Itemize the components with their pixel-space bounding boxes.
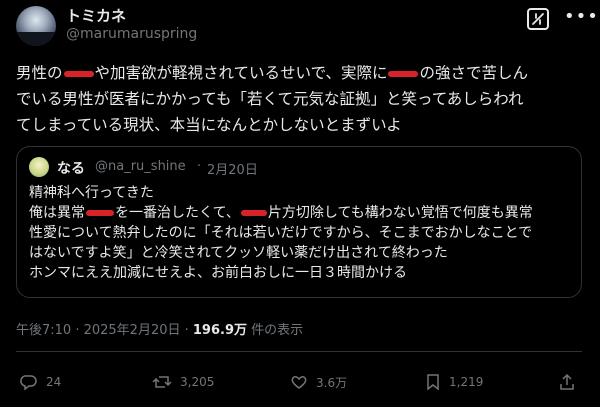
- author-handle[interactable]: @marumaruspring: [66, 26, 197, 42]
- divider: [16, 351, 582, 352]
- author-name[interactable]: トミカネ: [66, 5, 126, 26]
- more-icon[interactable]: •••: [564, 6, 599, 27]
- bookmark-icon: [427, 374, 439, 391]
- bookmark-count: 1,219: [449, 375, 484, 389]
- redaction-mark: [240, 210, 267, 216]
- grok-icon[interactable]: [527, 8, 549, 30]
- redaction-mark: [388, 70, 419, 77]
- author-avatar[interactable]: [16, 6, 56, 46]
- repost-icon: [152, 376, 172, 388]
- quoted-post[interactable]: なる @na_ru_shine · 2月20日 精神科へ行ってきた 俺は異常 を一…: [16, 146, 582, 298]
- redaction-mark: [86, 210, 114, 216]
- quoted-text-segment: 俺は異常: [29, 205, 85, 221]
- reply-icon: [20, 375, 37, 391]
- repost-count: 3,205: [180, 375, 215, 389]
- view-label: 件の表示: [247, 323, 304, 338]
- like-icon: [291, 376, 307, 389]
- redaction-mark: [63, 70, 94, 77]
- quoted-text-line: 性愛について熱弁したのに「それは若いだけですから、そこまでおかしなことで: [29, 225, 533, 241]
- post-text-line: でいる男性が医者にかかっても「若くて元気な証拠」と笑ってあしらわれ: [16, 90, 524, 108]
- post-text-segment: の強さで苦しん: [419, 64, 528, 82]
- quoted-text-line: はないですよ笑」と冷笑されてクッソ軽い薬だけ出されて終わった: [29, 245, 448, 261]
- reply-button[interactable]: 24: [20, 372, 61, 392]
- quoted-author-name: なる: [57, 161, 85, 177]
- quoted-author-handle: @na_ru_shine: [95, 159, 186, 174]
- share-icon: [560, 373, 574, 390]
- quoted-date: 2月20日: [207, 163, 258, 178]
- post-timestamp[interactable]: 午後7:10 · 2025年2月20日 ·: [16, 323, 193, 338]
- post-text-segment: 男性の: [16, 64, 63, 82]
- share-button[interactable]: [558, 372, 576, 392]
- like-button[interactable]: 3.6万: [290, 372, 347, 392]
- post-meta: 午後7:10 · 2025年2月20日 · 196.9万 件の表示: [16, 319, 303, 338]
- quoted-text: 精神科へ行ってきた 俺は異常 を一番治したくて、 片方切除しても構わない覚悟で何度も…: [29, 183, 569, 283]
- like-count: 3.6万: [316, 375, 348, 390]
- post-text-line: てしまっている現状、本当になんとかしないとまずいよ: [16, 116, 402, 134]
- repost-button[interactable]: 3,205: [152, 372, 214, 392]
- post-text-segment: や加害欲が軽視されているせいで、実際に: [94, 64, 388, 82]
- separator-dot: ·: [197, 159, 202, 174]
- quoted-text-segment: を一番治したくて、: [115, 205, 240, 221]
- post-text: 男性の や加害欲が軽視されているせいで、実際に の強さで苦しん でいる男性が医者にか…: [16, 60, 582, 138]
- reply-count: 24: [46, 375, 62, 389]
- quoted-avatar: [29, 157, 49, 177]
- quoted-text-line: ホンマにええ加減にせえよ、お前白おしに一日３時間かける: [29, 265, 407, 281]
- view-count: 196.9万: [192, 323, 248, 338]
- bookmark-button[interactable]: 1,219: [425, 372, 483, 392]
- quoted-text-line: 精神科へ行ってきた: [29, 185, 154, 201]
- quoted-text-segment: 片方切除しても構わない覚悟で何度も異常: [267, 205, 533, 221]
